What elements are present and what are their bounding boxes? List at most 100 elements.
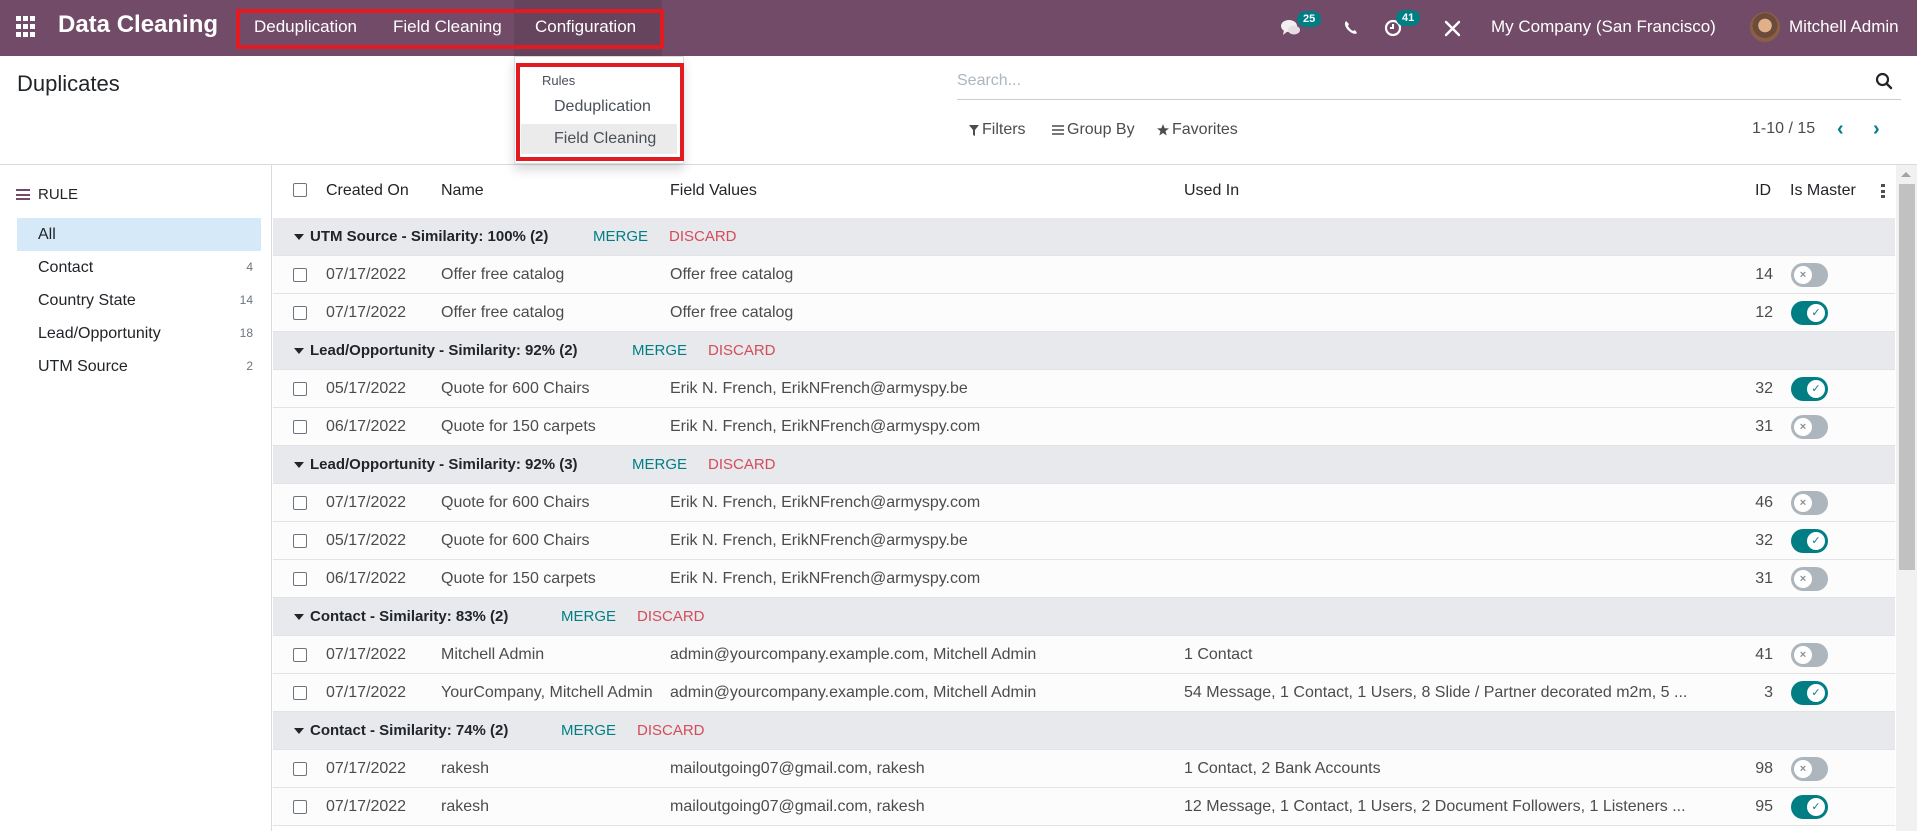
discard-button[interactable]: DISCARD bbox=[637, 608, 705, 625]
row-checkbox[interactable] bbox=[293, 420, 307, 434]
table-row[interactable]: 07/17/2022 Offer free catalog Offer free c… bbox=[273, 256, 1895, 294]
search-input[interactable] bbox=[957, 66, 1857, 96]
row-checkbox[interactable] bbox=[293, 762, 307, 776]
optional-columns-icon[interactable] bbox=[1881, 184, 1885, 198]
discard-button[interactable]: DISCARD bbox=[708, 456, 776, 473]
caret-down-icon[interactable] bbox=[294, 234, 304, 240]
sidebar-item-all[interactable]: All bbox=[17, 218, 261, 251]
row-checkbox[interactable] bbox=[293, 534, 307, 548]
column-used-in[interactable]: Used In bbox=[1184, 182, 1239, 200]
is-master-toggle[interactable]: × bbox=[1791, 415, 1828, 439]
merge-button[interactable]: MERGE bbox=[632, 342, 687, 359]
created-on-cell: 07/17/2022 bbox=[326, 304, 407, 321]
id-cell: 14 bbox=[1755, 266, 1773, 283]
scroll-up-arrow[interactable] bbox=[1901, 172, 1911, 177]
row-checkbox[interactable] bbox=[293, 648, 307, 662]
group-by-button[interactable]: Group By bbox=[1052, 121, 1135, 139]
merge-button[interactable]: MERGE bbox=[561, 722, 616, 739]
caret-down-icon[interactable] bbox=[294, 348, 304, 354]
row-checkbox[interactable] bbox=[293, 268, 307, 282]
activities-button[interactable]: 41 bbox=[1384, 0, 1421, 56]
is-master-toggle[interactable]: × bbox=[1791, 567, 1828, 591]
is-master-toggle[interactable]: ✓ bbox=[1791, 377, 1828, 401]
company-switcher[interactable]: My Company (San Francisco) bbox=[1491, 17, 1716, 37]
group-label[interactable]: UTM Source - Similarity: 100% (2) bbox=[310, 228, 548, 245]
table-row[interactable]: 07/17/2022 Quote for 600 Chairs Erik N. Fr… bbox=[273, 484, 1895, 522]
group-row[interactable]: Lead/Opportunity - Similarity: 92% (2) ME… bbox=[273, 332, 1895, 370]
is-master-toggle[interactable]: × bbox=[1791, 263, 1828, 287]
sidebar-item-lead-opportunity[interactable]: Lead/Opportunity 18 bbox=[17, 317, 261, 350]
favorites-button[interactable]: Favorites bbox=[1157, 121, 1238, 139]
group-row[interactable]: UTM Source - Similarity: 100% (2) MERGE DI… bbox=[273, 218, 1895, 256]
debug-tools-button[interactable] bbox=[1444, 0, 1461, 56]
field-values-cell: Offer free catalog bbox=[670, 266, 794, 283]
is-master-toggle[interactable]: × bbox=[1791, 491, 1828, 515]
table-row[interactable]: 06/17/2022 Quote for 150 carpets Erik N. F… bbox=[273, 408, 1895, 446]
sidebar-item-country-state[interactable]: Country State 14 bbox=[17, 284, 261, 317]
list-icon bbox=[16, 189, 30, 200]
filters-button[interactable]: Filters bbox=[969, 121, 1026, 139]
pager-next-icon[interactable]: › bbox=[1873, 118, 1880, 141]
group-label[interactable]: Lead/Opportunity - Similarity: 92% (2) bbox=[310, 342, 578, 359]
discard-button[interactable]: DISCARD bbox=[669, 228, 737, 245]
app-title[interactable]: Data Cleaning bbox=[58, 11, 218, 39]
pager-previous-icon[interactable]: ‹ bbox=[1837, 118, 1844, 141]
is-master-toggle[interactable]: ✓ bbox=[1791, 301, 1828, 325]
id-cell: 95 bbox=[1755, 798, 1773, 815]
is-master-toggle[interactable]: ✓ bbox=[1791, 681, 1828, 705]
field-values-cell: Erik N. French, ErikNFrench@armyspy.be bbox=[670, 380, 968, 397]
table-row[interactable]: 07/17/2022 rakesh mailoutgoing07@gmail.com… bbox=[273, 788, 1895, 826]
column-field-values[interactable]: Field Values bbox=[670, 182, 757, 200]
caret-down-icon[interactable] bbox=[294, 728, 304, 734]
group-row[interactable]: Contact - Similarity: 74% (2) MERGE DISCAR… bbox=[273, 712, 1895, 750]
group-row[interactable]: Contact - Similarity: 83% (2) MERGE DISCAR… bbox=[273, 598, 1895, 636]
created-on-cell: 07/17/2022 bbox=[326, 646, 407, 663]
table-row[interactable]: 07/17/2022 rakesh mailoutgoing07@gmail.com… bbox=[273, 750, 1895, 788]
table-row[interactable]: 07/17/2022 Offer free catalog Offer free c… bbox=[273, 294, 1895, 332]
group-label[interactable]: Lead/Opportunity - Similarity: 92% (3) bbox=[310, 456, 578, 473]
is-master-toggle[interactable]: × bbox=[1791, 757, 1828, 781]
caret-down-icon[interactable] bbox=[294, 614, 304, 620]
field-values-cell: mailoutgoing07@gmail.com, rakesh bbox=[670, 760, 925, 777]
search-icon[interactable] bbox=[1875, 72, 1893, 90]
apps-menu-icon[interactable] bbox=[16, 16, 38, 38]
scrollbar-thumb[interactable] bbox=[1899, 184, 1915, 570]
column-created-on[interactable]: Created On bbox=[326, 182, 409, 200]
is-master-toggle[interactable]: ✓ bbox=[1791, 529, 1828, 553]
table-row[interactable]: 07/17/2022 YourCompany, Mitchell Admin adm… bbox=[273, 674, 1895, 712]
sidebar-item-utm-source[interactable]: UTM Source 2 bbox=[17, 350, 261, 383]
group-label[interactable]: Contact - Similarity: 74% (2) bbox=[310, 722, 508, 739]
select-all-checkbox[interactable] bbox=[293, 183, 307, 197]
table-row[interactable]: 07/17/2022 Mitchell Admin admin@yourcompan… bbox=[273, 636, 1895, 674]
sidebar-item-contact[interactable]: Contact 4 bbox=[17, 251, 261, 284]
column-is-master[interactable]: Is Master bbox=[1790, 182, 1856, 200]
row-checkbox[interactable] bbox=[293, 572, 307, 586]
table-row[interactable]: 05/17/2022 Quote for 600 Chairs Erik N. Fr… bbox=[273, 522, 1895, 560]
pager-value[interactable]: 1-10 / 15 bbox=[1752, 120, 1815, 138]
table-row[interactable]: 06/17/2022 Quote for 150 carpets Erik N. F… bbox=[273, 560, 1895, 598]
discard-button[interactable]: DISCARD bbox=[637, 722, 705, 739]
group-label[interactable]: Contact - Similarity: 83% (2) bbox=[310, 608, 508, 625]
phone-button[interactable] bbox=[1343, 0, 1359, 56]
column-name[interactable]: Name bbox=[441, 182, 484, 200]
row-checkbox[interactable] bbox=[293, 306, 307, 320]
is-master-toggle[interactable]: ✓ bbox=[1791, 795, 1828, 819]
row-checkbox[interactable] bbox=[293, 496, 307, 510]
user-avatar[interactable] bbox=[1750, 12, 1780, 42]
row-checkbox[interactable] bbox=[293, 382, 307, 396]
user-menu[interactable]: Mitchell Admin bbox=[1789, 17, 1899, 37]
group-row[interactable]: Lead/Opportunity - Similarity: 92% (3) ME… bbox=[273, 446, 1895, 484]
table-row[interactable]: 05/17/2022 Quote for 600 Chairs Erik N. Fr… bbox=[273, 370, 1895, 408]
merge-button[interactable]: MERGE bbox=[593, 228, 648, 245]
merge-button[interactable]: MERGE bbox=[561, 608, 616, 625]
column-id[interactable]: ID bbox=[1755, 182, 1771, 200]
discard-button[interactable]: DISCARD bbox=[708, 342, 776, 359]
name-cell: Quote for 150 carpets bbox=[441, 418, 596, 435]
row-checkbox[interactable] bbox=[293, 686, 307, 700]
messages-button[interactable]: 25 bbox=[1280, 0, 1322, 56]
row-checkbox[interactable] bbox=[293, 800, 307, 814]
is-master-toggle[interactable]: × bbox=[1791, 643, 1828, 667]
merge-button[interactable]: MERGE bbox=[632, 456, 687, 473]
caret-down-icon[interactable] bbox=[294, 462, 304, 468]
check-icon: ✓ bbox=[1807, 532, 1825, 550]
